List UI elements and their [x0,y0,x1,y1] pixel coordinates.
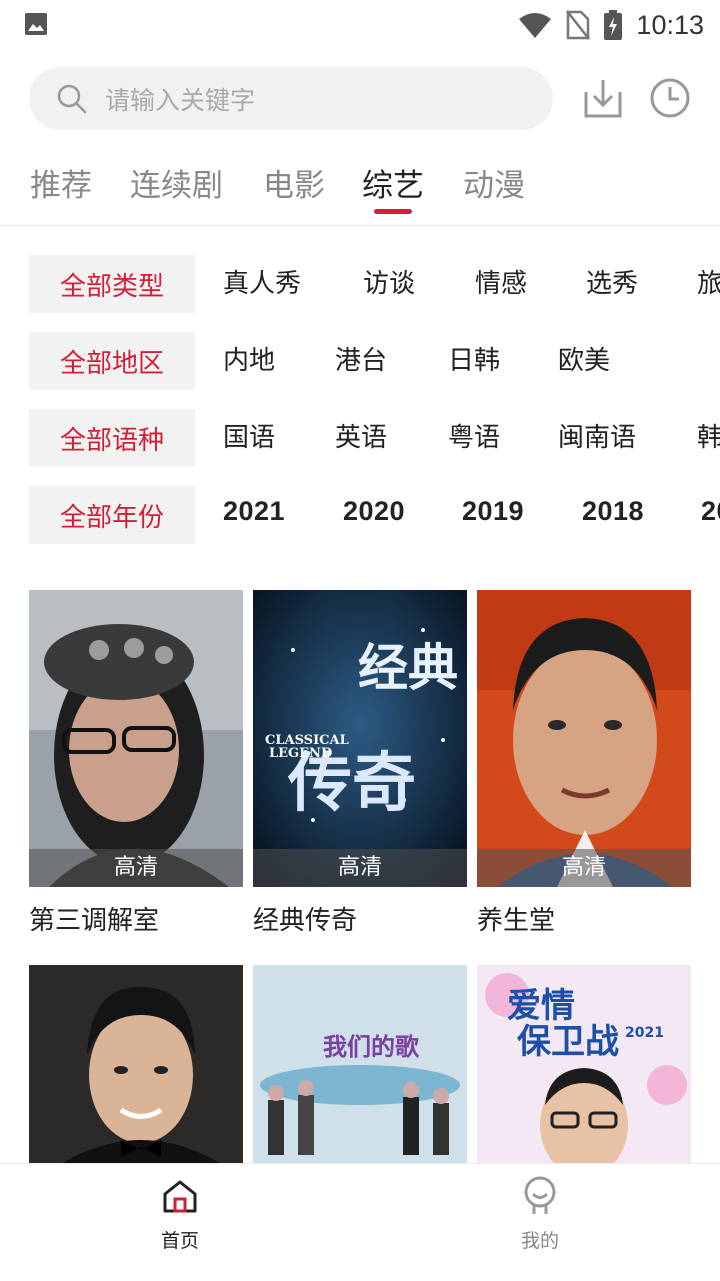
filter-option[interactable]: 2018 [582,482,644,540]
poster-text: 经典 [358,638,458,697]
filter-option[interactable]: 闽南语 [558,409,636,467]
filter-option[interactable]: 2020 [343,482,405,540]
filter-option[interactable]: 港台 [335,332,387,390]
poster-text: 保卫战 [517,1022,619,1062]
nav-profile-label: 我的 [520,1230,559,1252]
filter-option[interactable]: 内地 [223,332,275,390]
filter-all-languages[interactable]: 全部语种 [29,409,195,467]
poster-text: 我们的歌 [323,1033,420,1061]
show-title: 第三调解室 [29,906,160,936]
home-icon [163,1180,197,1213]
battery-icon [604,10,623,40]
filter-all-years[interactable]: 全部年份 [29,486,195,544]
history-icon[interactable] [648,76,692,120]
filter-option[interactable]: 国语 [223,409,275,467]
filter-option[interactable]: 访谈 [363,255,415,313]
filter-option[interactable]: 日韩 [448,332,500,390]
filter-option[interactable]: 真人秀 [223,255,301,313]
category-tabs: 推荐 连续剧 电影 综艺 动漫 [0,150,720,224]
download-icon[interactable] [581,76,625,120]
tab-recommend[interactable]: 推荐 [30,160,92,205]
poster-image: 爱情 保卫战 2021 [477,965,691,1165]
tab-movies[interactable]: 电影 [263,160,325,205]
poster-text: 2021 [625,1025,664,1041]
quality-badge: 高清 [29,849,243,887]
filter-option[interactable]: 英语 [335,409,387,467]
active-tab-indicator [374,209,412,214]
bottom-navigation: 首页 我的 [0,1163,720,1281]
profile-icon [524,1176,556,1214]
filter-option[interactable]: 欧美 [558,332,610,390]
filter-option[interactable]: 粤语 [448,409,500,467]
filter-option[interactable]: 2021 [223,482,285,540]
filter-all-types[interactable]: 全部类型 [29,255,195,313]
filter-all-regions[interactable]: 全部地区 [29,332,195,390]
filter-option[interactable]: 20 [701,482,720,540]
show-title: 经典传奇 [253,906,358,936]
quality-badge: 高清 [253,849,467,887]
filter-option[interactable]: 选秀 [586,255,638,313]
poster-text: 爱情 [507,986,575,1026]
filter-row-language: 全部语种 国语 英语 粤语 闽南语 韩 [0,409,720,467]
tabs-divider [0,225,720,226]
filter-option[interactable]: 2019 [462,482,524,540]
quality-badge: 高清 [477,849,691,887]
search-placeholder: 请输入关键字 [105,85,256,115]
filter-option[interactable]: 旅 [697,255,720,313]
poster-image: 高清 [477,590,691,887]
tab-anime[interactable]: 动漫 [463,160,525,205]
show-title: 养生堂 [477,906,556,936]
no-sim-icon [566,10,591,40]
poster-image: 高清 [29,590,243,887]
search-bar[interactable]: 请输入关键字 [29,67,553,130]
tab-variety[interactable]: 综艺 [362,160,424,205]
poster-image: 我们的歌 [253,965,467,1165]
filter-option[interactable]: 情感 [475,255,527,313]
filter-row-region: 全部地区 内地 港台 日韩 欧美 [0,332,720,390]
filter-row-year: 全部年份 2021 2020 2019 2018 20 [0,486,720,544]
nav-home[interactable]: 首页 [120,1164,240,1281]
image-notification-icon [25,13,47,35]
wifi-icon [519,13,552,38]
nav-home-label: 首页 [160,1230,199,1252]
filter-option[interactable]: 韩 [697,409,720,467]
poster-image: 经典 传奇 CLASSICAL LEGEND 高清 [253,590,467,887]
nav-profile[interactable]: 我的 [480,1164,600,1281]
filter-row-type: 全部类型 真人秀 访谈 情感 选秀 旅 [0,255,720,313]
status-bar: 10:13 [0,0,720,50]
poster-text: LEGEND [269,746,332,761]
clock-time: 10:13 [636,9,704,40]
search-icon [57,84,87,113]
poster-image [29,965,243,1165]
tab-series[interactable]: 连续剧 [130,160,223,205]
